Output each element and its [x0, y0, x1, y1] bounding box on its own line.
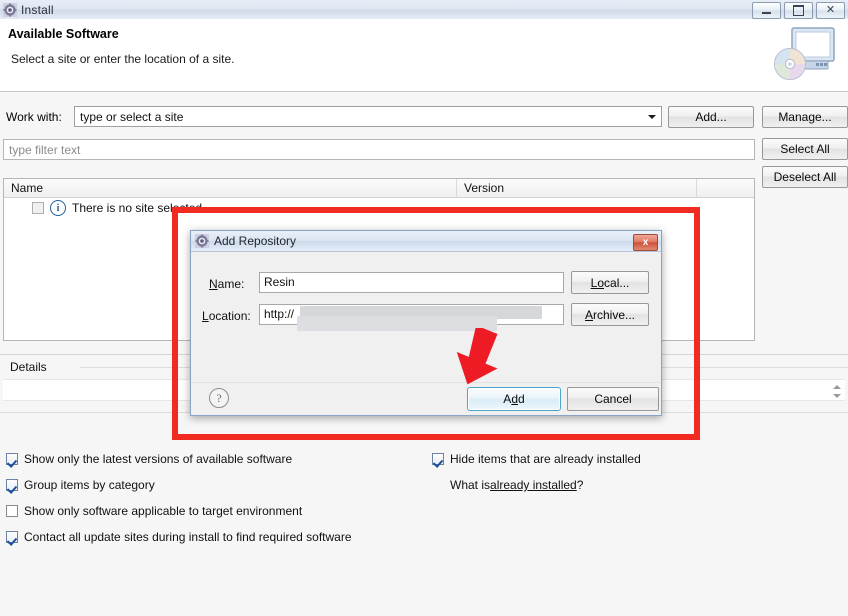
monitor-disc-icon [766, 24, 838, 86]
archive-button[interactable]: Archive... [571, 303, 649, 326]
location-label: Location: [202, 309, 251, 323]
dialog-footer: ? Add Cancel [191, 382, 661, 415]
checkbox[interactable] [6, 453, 18, 465]
help-line-prefix: What is [450, 478, 490, 492]
help-icon[interactable]: ? [209, 388, 229, 408]
option-label: Group items by category [24, 478, 155, 492]
column-header-name[interactable]: Name [4, 179, 457, 198]
archive-button-label: Archive... [585, 308, 635, 322]
manage-sites-button[interactable]: Manage... [762, 106, 848, 128]
deselect-all-button[interactable]: Deselect All [762, 166, 848, 188]
dialog-title: Add Repository [214, 234, 296, 248]
location-input-value: http:// [264, 307, 294, 321]
work-with-row: Work with: type or select a site Add... … [0, 106, 848, 128]
window-controls: ✕ [752, 2, 845, 19]
local-button-label: Local... [591, 276, 630, 290]
already-installed-link[interactable]: already installed [490, 478, 577, 492]
filter-placeholder: type filter text [9, 143, 80, 157]
option-label: Contact all update sites during install … [24, 530, 352, 544]
name-input-value: Resin [264, 275, 295, 289]
filter-input[interactable]: type filter text [3, 139, 755, 160]
checkbox[interactable] [6, 479, 18, 491]
gear-icon [195, 234, 209, 248]
info-icon: i [50, 200, 66, 216]
option-group-by-category[interactable]: Group items by category [6, 478, 155, 492]
checkbox[interactable] [6, 531, 18, 543]
close-icon: x [643, 237, 649, 248]
row-label: There is no site selected. [72, 201, 205, 215]
work-with-combo[interactable]: type or select a site [74, 106, 662, 127]
add-button-label: Add [503, 392, 524, 406]
option-contact-update-sites[interactable]: Contact all update sites during install … [6, 530, 352, 544]
help-icon-glyph: ? [216, 391, 221, 406]
row-checkbox[interactable] [32, 202, 44, 214]
archive-rest: rchive... [593, 308, 635, 322]
details-spinner-icon[interactable] [831, 382, 843, 400]
add-site-button[interactable]: Add... [668, 106, 754, 128]
install-wizard-window: Install ✕ Available Software Select a si… [0, 0, 848, 616]
location-label-mnemonic: L [202, 309, 209, 323]
select-all-button[interactable]: Select All [762, 138, 848, 160]
add-button[interactable]: Add [467, 387, 561, 411]
window-title: Install [21, 3, 54, 17]
work-with-value: type or select a site [80, 110, 183, 124]
checkbox[interactable] [432, 453, 444, 465]
arrow-annotation [438, 328, 548, 390]
page-subtitle: Select a site or enter the location of a… [11, 52, 234, 66]
name-label-mnemonic: N [209, 277, 218, 291]
already-installed-help-line: What is already installed ? [450, 478, 583, 492]
gear-icon [3, 3, 17, 17]
dialog-body: Name: Resin Local... Location: http:// A… [191, 252, 661, 385]
details-label: Details [10, 360, 47, 374]
archive-mnemonic: A [585, 308, 593, 322]
table-row[interactable]: i There is no site selected. [4, 198, 782, 218]
checkbox[interactable] [6, 505, 18, 517]
close-button[interactable]: ✕ [816, 2, 845, 19]
help-line-suffix: ? [577, 478, 584, 492]
option-label: Show only software applicable to target … [24, 504, 302, 518]
add-label-d2: d [518, 392, 525, 406]
work-with-label: Work with: [6, 110, 62, 124]
window-titlebar: Install ✕ [0, 0, 848, 20]
local-rest: cal... [604, 276, 629, 290]
column-header-spacer [697, 179, 754, 198]
local-mnemonic-o: o [597, 276, 604, 290]
tree-header: Name Version [4, 179, 754, 198]
dialog-close-button[interactable]: x [633, 234, 658, 251]
name-label-rest: ame: [218, 277, 245, 291]
wizard-header: Available Software Select a site or ente… [0, 19, 848, 92]
add-mnemonic-d: d [511, 392, 518, 406]
chevron-down-icon[interactable] [643, 108, 660, 125]
option-hide-installed[interactable]: Hide items that are already installed [432, 452, 641, 466]
local-button[interactable]: Local... [571, 271, 649, 294]
name-input[interactable]: Resin [259, 272, 564, 293]
option-label: Hide items that are already installed [450, 452, 641, 466]
maximize-button[interactable] [784, 2, 813, 19]
name-label: Name: [209, 277, 244, 291]
column-header-version[interactable]: Version [457, 179, 697, 198]
add-repository-dialog: Add Repository x Name: Resin Local... Lo… [190, 230, 662, 416]
option-label: Show only the latest versions of availab… [24, 452, 292, 466]
minimize-button[interactable] [752, 2, 781, 19]
option-show-latest-versions[interactable]: Show only the latest versions of availab… [6, 452, 292, 466]
dialog-titlebar: Add Repository x [191, 231, 661, 252]
page-title: Available Software [8, 27, 119, 41]
location-label-rest: ocation: [209, 309, 251, 323]
cancel-button[interactable]: Cancel [567, 387, 659, 411]
option-applicable-target-env[interactable]: Show only software applicable to target … [6, 504, 302, 518]
